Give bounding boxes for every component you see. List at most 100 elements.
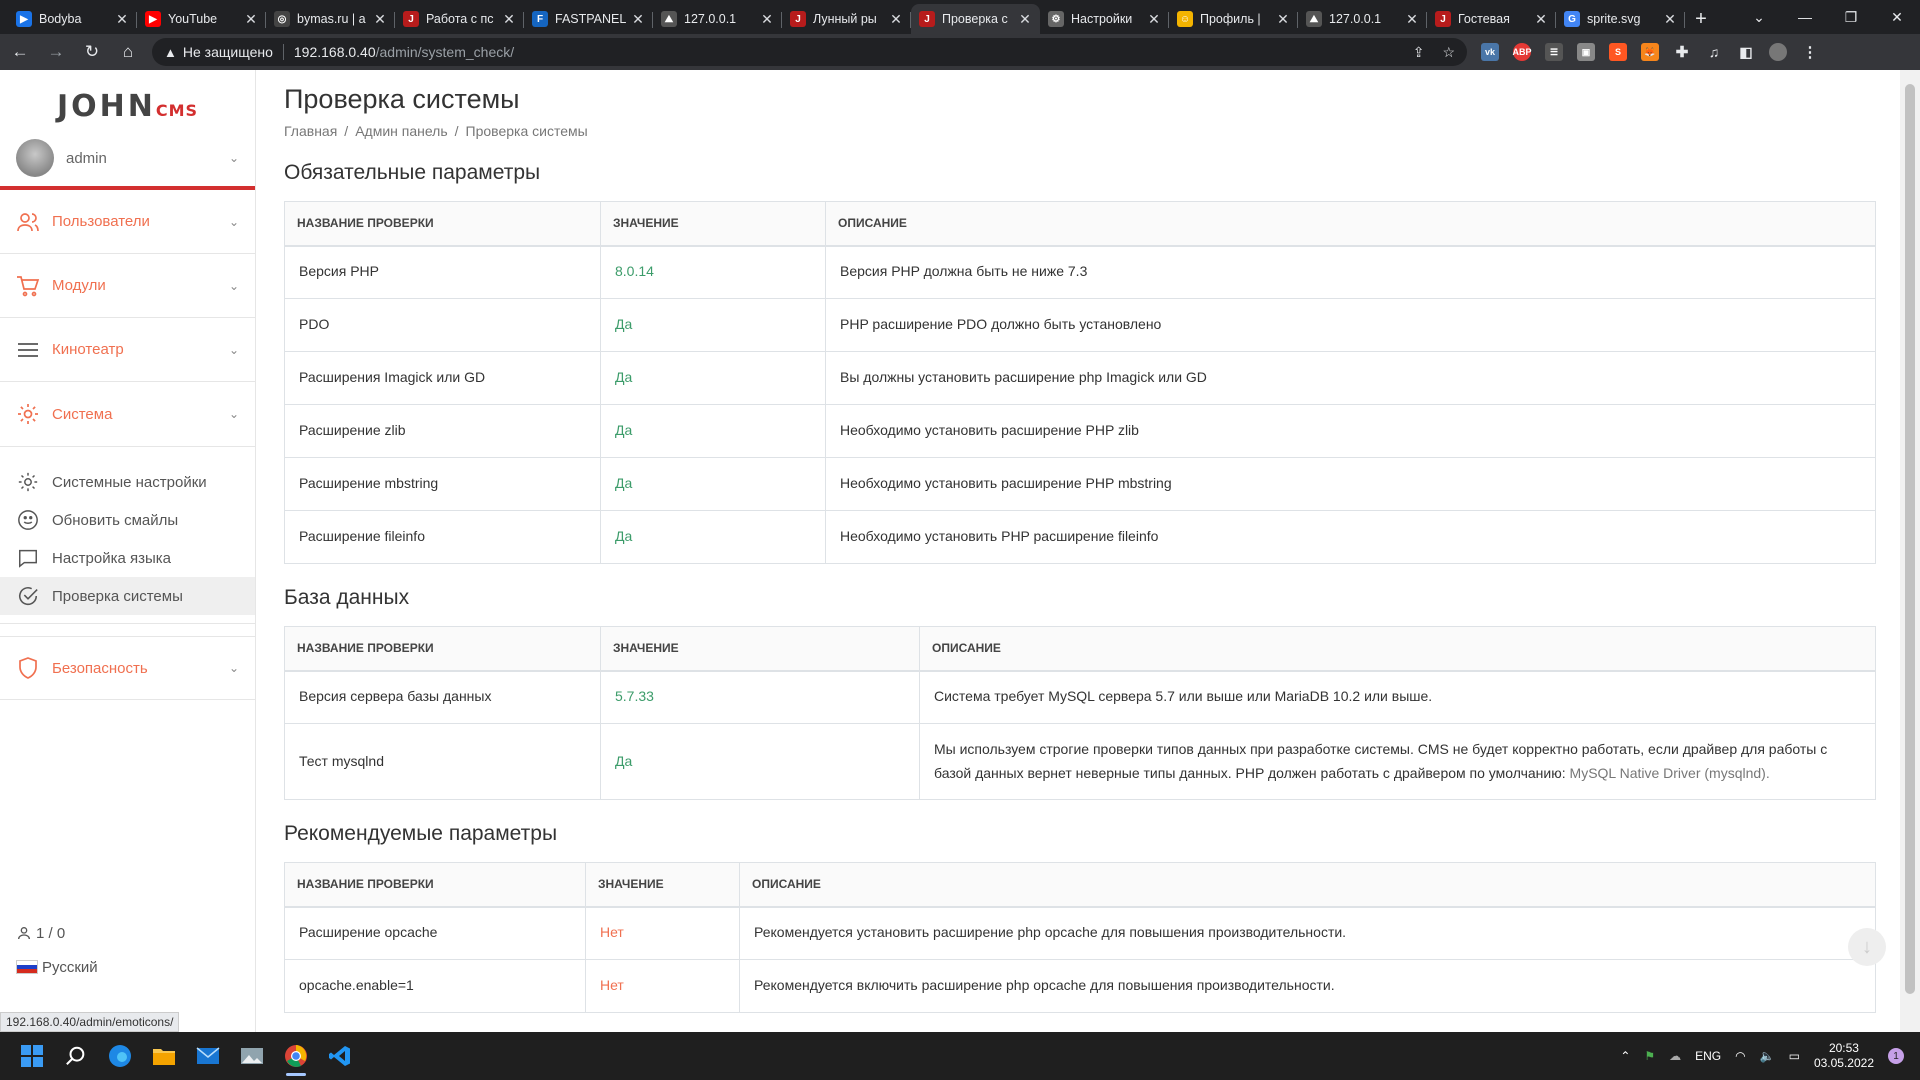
close-tab-icon[interactable]: ✕	[502, 11, 516, 28]
windows-start-icon[interactable]	[10, 1034, 54, 1078]
language-switch[interactable]: Русский	[16, 950, 98, 984]
close-tab-icon[interactable]: ✕	[1405, 11, 1419, 28]
menu-kebab-icon[interactable]: ⋮	[1801, 43, 1819, 61]
close-tab-icon[interactable]: ✕	[1276, 11, 1290, 28]
reload-icon[interactable]: ↻	[76, 36, 108, 68]
browser-tab[interactable]: J Работа с пс ✕	[395, 4, 524, 34]
list-extension-icon[interactable]: ☰	[1545, 43, 1563, 61]
sidebar-item-modules[interactable]: Модули ⌄	[0, 254, 255, 318]
mysqlnd-link[interactable]: MySQL Native Driver (mysqlnd).	[1570, 765, 1770, 781]
browser-tab[interactable]: J Проверка с ✕	[911, 4, 1040, 34]
insecure-label[interactable]: Не защищено	[183, 44, 273, 60]
close-tab-icon[interactable]: ✕	[244, 11, 258, 28]
column-header: ЗНАЧЕНИЕ	[585, 862, 740, 908]
file-explorer-icon[interactable]	[142, 1034, 186, 1078]
browser-tab[interactable]: F FASTPANEL ✕	[524, 4, 653, 34]
flag-tray-icon[interactable]: ⚑	[1644, 1049, 1655, 1063]
media-queue-icon[interactable]: ♫	[1705, 43, 1723, 61]
bookmark-star-icon[interactable]: ☆	[1442, 44, 1455, 61]
fox-extension-icon[interactable]: 🦊	[1641, 43, 1659, 61]
browser-tab[interactable]: ⚙ Настройки ✕	[1040, 4, 1169, 34]
close-tab-icon[interactable]: ✕	[1663, 11, 1677, 28]
cloud-icon[interactable]: ☁	[1669, 1049, 1681, 1063]
sidebar-item-users[interactable]: Пользователи ⌄	[0, 190, 255, 254]
sidebar-item-update-smiles[interactable]: Обновить смайлы	[0, 501, 255, 539]
wifi-icon[interactable]: ◠	[1735, 1049, 1745, 1063]
scrollbar-thumb[interactable]	[1905, 84, 1915, 994]
browser-tab[interactable]: ⛰ 127.0.0.1 ✕	[1298, 4, 1427, 34]
online-counter[interactable]: 1 / 0	[16, 916, 98, 950]
breadcrumb-admin[interactable]: Админ панель	[355, 123, 447, 139]
page-scrollbar[interactable]	[1900, 70, 1920, 1032]
scroll-down-button[interactable]: ↓	[1848, 928, 1886, 966]
puzzle-icon[interactable]: ✚	[1673, 43, 1691, 61]
search-icon[interactable]	[54, 1034, 98, 1078]
close-tab-icon[interactable]: ✕	[1147, 11, 1161, 28]
close-tab-icon[interactable]: ✕	[889, 11, 903, 28]
tab-title: 127.0.0.1	[684, 12, 737, 26]
check-description: PHP расширение PDO должно быть установле…	[825, 298, 1876, 352]
sidebar-item-system-settings[interactable]: Системные настройки	[0, 463, 255, 501]
close-window-icon[interactable]: ✕	[1874, 0, 1920, 34]
browser-tab[interactable]: ☺ Профиль | ✕	[1169, 4, 1298, 34]
tab-search-icon[interactable]: ⌄	[1736, 0, 1782, 34]
back-icon[interactable]: ←	[4, 36, 36, 68]
url-host[interactable]: 192.168.0.40	[294, 44, 376, 60]
clock[interactable]: 20:53 03.05.2022	[1814, 1041, 1874, 1071]
close-tab-icon[interactable]: ✕	[631, 11, 645, 28]
keyboard-language[interactable]: ENG	[1695, 1049, 1721, 1063]
minimize-icon[interactable]: —	[1782, 0, 1828, 34]
photos-icon[interactable]	[230, 1034, 274, 1078]
close-tab-icon[interactable]: ✕	[115, 11, 129, 28]
url-path[interactable]: /admin/system_check/	[376, 44, 515, 60]
sidebar-item-system-check[interactable]: Проверка системы	[0, 577, 255, 615]
browser-tab[interactable]: ▶ YouTube ✕	[137, 4, 266, 34]
required-table: НАЗВАНИЕ ПРОВЕРКИ ЗНАЧЕНИЕ ОПИСАНИЕ Верс…	[284, 201, 1876, 564]
edge-icon[interactable]	[98, 1034, 142, 1078]
warning-icon[interactable]: ▲	[164, 45, 177, 60]
tab-favicon-icon: J	[919, 11, 935, 27]
profile-avatar-icon[interactable]	[1769, 43, 1787, 61]
address-bar[interactable]: ▲ Не защищено 192.168.0.40/admin/system_…	[152, 38, 1467, 66]
gear-icon	[16, 402, 40, 426]
tab-title: bymas.ru | a	[297, 12, 366, 26]
check-description: Рекомендуется включить расширение php op…	[739, 959, 1876, 1013]
sidebar-item-cinema[interactable]: Кинотеатр ⌄	[0, 318, 255, 382]
battery-icon[interactable]: ▭	[1789, 1049, 1800, 1063]
browser-tab[interactable]: ⛰ 127.0.0.1 ✕	[653, 4, 782, 34]
browser-tab[interactable]: J Лунный ры ✕	[782, 4, 911, 34]
sidebar-item-language-settings[interactable]: Настройка языка	[0, 539, 255, 577]
side-panel-icon[interactable]: ◧	[1737, 43, 1755, 61]
volume-icon[interactable]: 🔈	[1760, 1049, 1775, 1063]
adblock-extension-icon[interactable]: ABP	[1513, 43, 1532, 61]
user-menu[interactable]: admin ⌄	[0, 130, 255, 190]
browser-tab[interactable]: J Гостевая ✕	[1427, 4, 1556, 34]
mail-icon[interactable]	[186, 1034, 230, 1078]
chrome-icon[interactable]	[274, 1034, 318, 1078]
new-tab-button[interactable]: +	[1685, 4, 1717, 34]
vk-extension-icon[interactable]: vk	[1481, 43, 1499, 61]
notification-badge[interactable]: 1	[1888, 1048, 1904, 1064]
forward-icon[interactable]: →	[40, 36, 72, 68]
browser-tab[interactable]: ▶ Bodyba ✕	[8, 4, 137, 34]
home-icon[interactable]: ⌂	[112, 36, 144, 68]
restore-icon[interactable]: ❐	[1828, 0, 1874, 34]
close-tab-icon[interactable]: ✕	[373, 11, 387, 28]
tab-title: sprite.svg	[1587, 12, 1641, 26]
logo[interactable]: JOHNCMS	[0, 84, 255, 128]
close-tab-icon[interactable]: ✕	[760, 11, 774, 28]
share-icon[interactable]: ⇪	[1413, 44, 1425, 61]
browser-tab[interactable]: Gsprite.svg ✕	[1556, 4, 1685, 34]
swirl-extension-icon[interactable]: S	[1609, 43, 1627, 61]
extension-square-icon[interactable]: ▣	[1577, 43, 1595, 61]
sub-item-label: Настройка языка	[52, 549, 172, 567]
tray-expand-icon[interactable]: ⌃	[1620, 1049, 1630, 1063]
sidebar-item-security[interactable]: Безопасность ⌄	[0, 636, 255, 700]
browser-tab[interactable]: ◎ bymas.ru | a ✕	[266, 4, 395, 34]
close-tab-icon[interactable]: ✕	[1534, 11, 1548, 28]
close-tab-icon[interactable]: ✕	[1018, 11, 1032, 28]
vscode-icon[interactable]	[318, 1034, 362, 1078]
breadcrumb-home[interactable]: Главная	[284, 123, 337, 139]
sidebar-item-system[interactable]: Система ⌄	[0, 382, 255, 446]
tab-favicon-icon: ▶	[145, 11, 161, 27]
